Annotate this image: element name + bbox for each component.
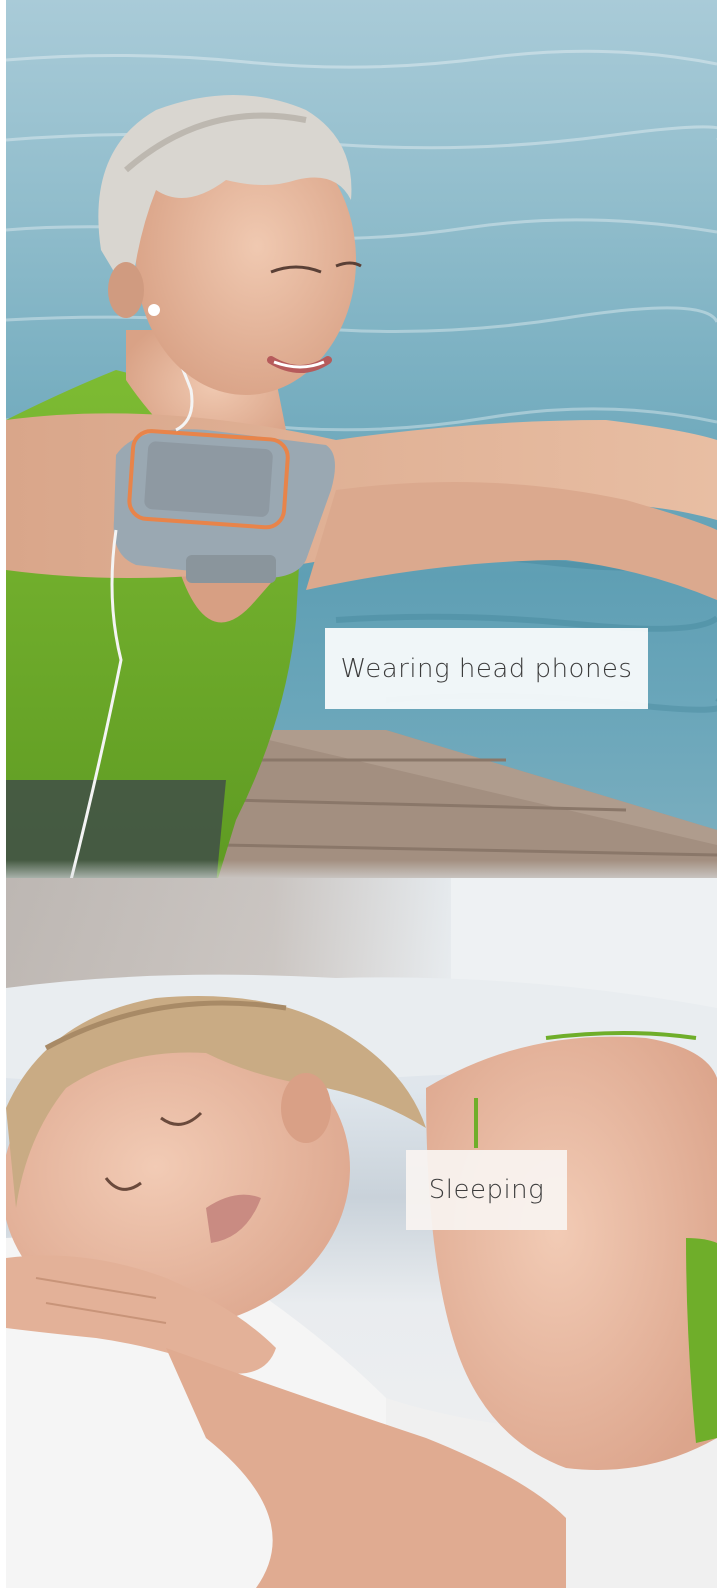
photo-wearing-headphones (6, 0, 717, 885)
activities-page: Wearing head phones Sleeping (0, 0, 717, 1588)
photo-sleeping (6, 878, 717, 1588)
activity-label-headphones: Wearing head phones (325, 628, 648, 709)
phone-armband (113, 429, 335, 583)
water-background (6, 49, 717, 885)
bedroom-background (6, 878, 717, 1588)
earbud-icon (148, 304, 160, 316)
activity-label-sleeping: Sleeping (406, 1150, 567, 1230)
